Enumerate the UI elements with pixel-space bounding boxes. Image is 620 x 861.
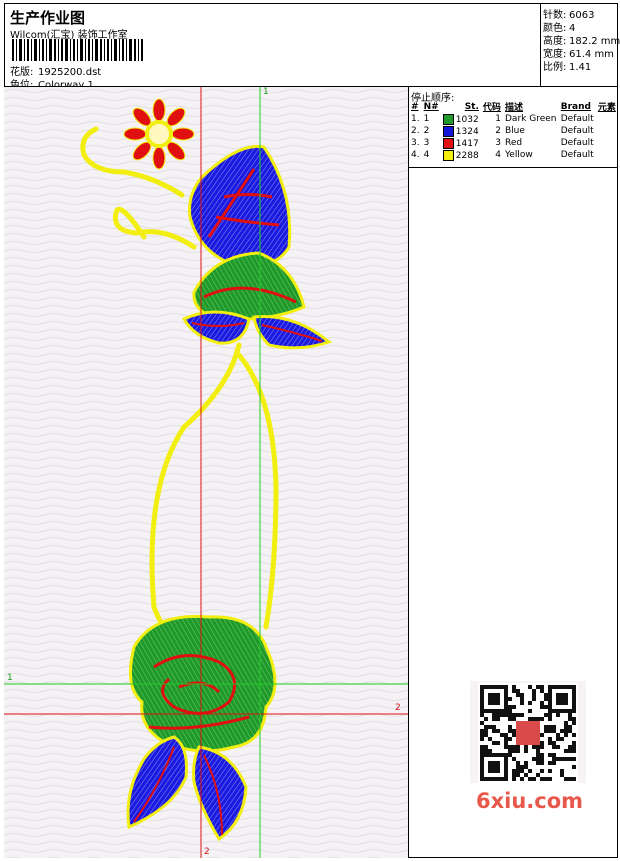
cell-code: 4 bbox=[481, 149, 503, 161]
color-swatch bbox=[442, 137, 454, 149]
table-row[interactable]: 3. 3 1417 3 Red Default bbox=[409, 137, 618, 149]
cell-element bbox=[596, 113, 618, 125]
cell-brand: Default bbox=[559, 137, 596, 149]
stats-panel: 针数: 6063 颜色: 4 高度: 182.2 mm 宽度: 61.4 mm 比例: 1… bbox=[541, 3, 620, 87]
cell-brand-text: Default bbox=[560, 114, 594, 124]
cell-num: 3. bbox=[409, 137, 422, 149]
cell-stitches: 1032 bbox=[441, 113, 481, 125]
cell-num: 2. bbox=[409, 125, 422, 137]
table-row[interactable]: 1. 1 1032 1 Dark Green Default bbox=[409, 113, 618, 125]
cell-stitches-text: 1032 bbox=[455, 114, 479, 125]
cell-stitches: 1417 bbox=[441, 137, 481, 149]
cell-stitches-text: 1324 bbox=[455, 126, 479, 137]
cell-stitches: 2288 bbox=[441, 149, 481, 161]
stop-sequence-panel: 停止顺序: # N# St. 代码 描述 Brand 元素 1. 1 1032 1 Da… bbox=[409, 87, 618, 168]
qr-code-graphic bbox=[478, 683, 578, 783]
cell-brand: Default bbox=[559, 125, 596, 137]
stat-value: 1.41 bbox=[569, 62, 592, 73]
embroidery-design bbox=[4, 87, 408, 858]
color-swatch bbox=[442, 125, 454, 137]
cell-num: 1. bbox=[409, 113, 422, 125]
cell-desc: Blue bbox=[503, 125, 559, 137]
cell-code-text: 2 bbox=[495, 126, 501, 136]
table-row[interactable]: 4. 4 2288 4 Yellow Default bbox=[409, 149, 618, 161]
cell-num-text: 3. bbox=[411, 138, 420, 148]
cell-num-text: 4. bbox=[411, 150, 420, 160]
stat-label: 比例: bbox=[543, 62, 567, 73]
cell-needle: 2 bbox=[422, 125, 441, 137]
qr-code bbox=[470, 681, 586, 783]
cell-needle-text: 2 bbox=[423, 126, 430, 136]
red-v-guide-label: 2 bbox=[204, 847, 210, 857]
green-v-guide-label: 1 bbox=[263, 87, 269, 97]
cell-code-text: 1 bbox=[495, 114, 501, 124]
col-header: # bbox=[411, 101, 419, 112]
watermark-text: 6xiu.com bbox=[476, 789, 584, 813]
cell-element bbox=[596, 125, 618, 137]
cell-code: 3 bbox=[481, 137, 503, 149]
design-canvas[interactable]: 1 1 2 2 bbox=[4, 87, 409, 858]
stop-sequence-table: # N# St. 代码 描述 Brand 元素 1. 1 1032 1 Dark Gre… bbox=[409, 100, 618, 161]
cell-stitches: 1324 bbox=[441, 125, 481, 137]
cell-needle-text: 3 bbox=[423, 138, 430, 148]
cell-brand: Default bbox=[559, 113, 596, 125]
cell-code-text: 4 bbox=[495, 150, 501, 160]
cell-code: 2 bbox=[481, 125, 503, 137]
cell-code-text: 3 bbox=[495, 138, 501, 148]
red-h-guide-label: 2 bbox=[395, 703, 401, 713]
col-header: 元素 bbox=[597, 103, 616, 113]
col-header: 描述 bbox=[505, 103, 524, 113]
color-swatch bbox=[442, 149, 454, 161]
cell-needle: 4 bbox=[422, 149, 441, 161]
cell-desc: Yellow bbox=[503, 149, 559, 161]
cell-stitches-text: 1417 bbox=[455, 138, 479, 149]
col-header: N# bbox=[423, 101, 439, 112]
cell-brand-text: Default bbox=[560, 126, 594, 136]
barcode bbox=[12, 39, 143, 61]
cell-desc-text: Blue bbox=[505, 126, 525, 136]
top-flower bbox=[123, 98, 195, 170]
cell-code: 1 bbox=[481, 113, 503, 125]
cell-desc-text: Red bbox=[505, 138, 523, 148]
table-row[interactable]: 2. 2 1324 2 Blue Default bbox=[409, 125, 618, 137]
cell-num-text: 1. bbox=[411, 114, 420, 124]
cell-num-text: 2. bbox=[411, 126, 420, 136]
cell-desc: Red bbox=[503, 137, 559, 149]
page-title: 生产作业图 bbox=[10, 9, 86, 27]
cell-desc-text: Dark Green bbox=[505, 114, 557, 124]
col-header: Brand bbox=[560, 101, 591, 112]
cell-element bbox=[596, 137, 618, 149]
cell-element bbox=[596, 149, 618, 161]
cell-desc-text: Yellow bbox=[505, 150, 533, 160]
cell-brand-text: Default bbox=[560, 150, 594, 160]
cell-needle-text: 1 bbox=[423, 114, 430, 124]
table-header-row: # N# St. 代码 描述 Brand 元素 bbox=[409, 100, 618, 114]
color-swatch bbox=[442, 113, 454, 125]
cell-brand: Default bbox=[559, 149, 596, 161]
col-header: 代码 bbox=[482, 103, 501, 113]
cell-desc: Dark Green bbox=[503, 113, 559, 125]
cell-needle: 1 bbox=[422, 113, 441, 125]
col-header: St. bbox=[464, 101, 479, 112]
cell-num: 4. bbox=[409, 149, 422, 161]
cell-needle-text: 4 bbox=[423, 150, 430, 160]
green-h-guide-label: 1 bbox=[7, 673, 13, 683]
stat-scale: 比例: 1.41 bbox=[543, 58, 591, 73]
header-panel: 生产作业图 Wilcom(汇宝) 装饰工作室 花版: 1925200.dst 色位… bbox=[4, 3, 541, 91]
cell-stitches-text: 2288 bbox=[455, 150, 479, 161]
cell-needle: 3 bbox=[422, 137, 441, 149]
cell-brand-text: Default bbox=[560, 138, 594, 148]
